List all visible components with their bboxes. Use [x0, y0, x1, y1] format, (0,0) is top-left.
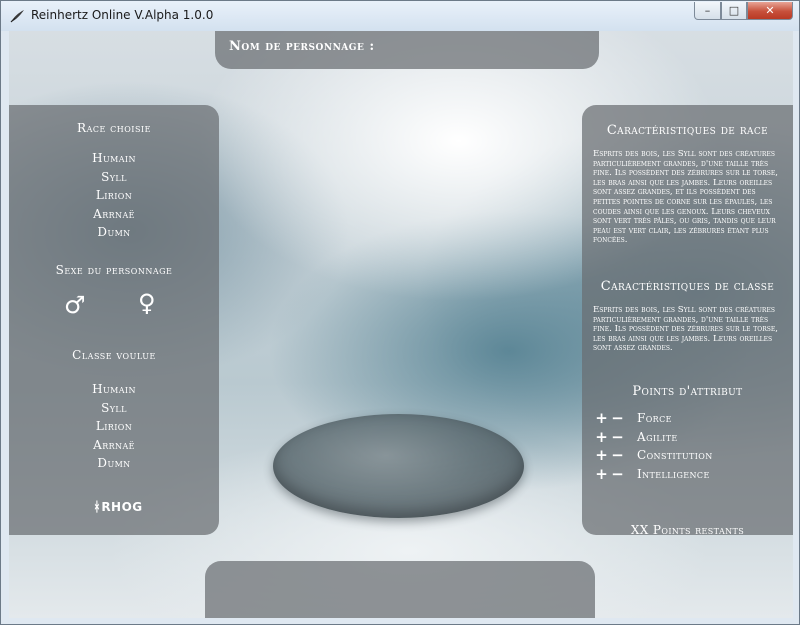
close-button[interactable]: ✕ — [747, 2, 793, 20]
feather-app-icon — [10, 10, 24, 23]
class-list: Humain Syll Lirion Arrnaë Dumn — [9, 380, 219, 473]
minimize-button[interactable]: – — [694, 2, 721, 20]
attribute-row-force: + − Force — [595, 409, 672, 427]
constitution-decrease-button[interactable]: − — [611, 446, 624, 464]
force-decrease-button[interactable]: − — [611, 409, 624, 427]
class-option-lirion[interactable]: Lirion — [9, 417, 219, 436]
logo-text: RHOG — [101, 500, 143, 514]
race-option-syll[interactable]: Syll — [9, 168, 219, 187]
gender-heading: Sexe du personnage — [55, 263, 173, 277]
character-creation-screen: Nom de personnage : Race choisie Humain … — [9, 31, 793, 618]
left-selection-panel: Race choisie Humain Syll Lirion Arrnaë D… — [9, 105, 219, 535]
character-name-panel[interactable]: Nom de personnage : — [215, 31, 599, 69]
class-traits-text: Esprits des bois, les Syll sont des créa… — [593, 305, 778, 354]
class-option-arrnae[interactable]: Arrnaë — [9, 436, 219, 455]
character-pedestal — [273, 414, 524, 518]
intelligence-label: Intelligence — [637, 467, 710, 481]
force-label: Force — [637, 411, 672, 425]
race-option-dumn[interactable]: Dumn — [9, 223, 219, 242]
race-traits-heading: Caractéristiques de race — [606, 123, 769, 138]
race-list: Humain Syll Lirion Arrnaë Dumn — [9, 149, 219, 242]
attribute-points-heading: Points d'attribut — [632, 384, 743, 399]
class-traits-heading: Caractéristiques de classe — [600, 279, 775, 294]
bottom-panel — [205, 561, 595, 618]
intelligence-increase-button[interactable]: + — [595, 465, 608, 483]
race-option-arrnae[interactable]: Arrnaë — [9, 205, 219, 224]
right-info-panel: Caractéristiques de race Esprits des boi… — [582, 105, 793, 537]
game-window: Reinhertz Online V.Alpha 1.0.0 – □ ✕ Nom… — [0, 0, 800, 625]
points-remaining-text: XX Points restants — [630, 523, 745, 537]
male-icon[interactable]: ♂ — [64, 293, 86, 317]
attribute-row-intelligence: + − Intelligence — [595, 465, 710, 483]
attribute-row-agilite: + − Agilite — [595, 428, 678, 446]
agilite-label: Agilite — [637, 430, 678, 444]
maximize-button[interactable]: □ — [721, 2, 747, 20]
title-bar[interactable]: Reinhertz Online V.Alpha 1.0.0 – □ ✕ — [1, 1, 799, 31]
constitution-increase-button[interactable]: + — [595, 446, 608, 464]
force-increase-button[interactable]: + — [595, 409, 608, 427]
class-option-dumn[interactable]: Dumn — [9, 454, 219, 473]
class-option-syll[interactable]: Syll — [9, 399, 219, 418]
class-heading: Classe voulue — [72, 348, 156, 362]
constitution-label: Constitution — [637, 448, 713, 462]
attribute-row-constitution: + − Constitution — [595, 446, 713, 464]
agilite-decrease-button[interactable]: − — [611, 428, 624, 446]
window-title: Reinhertz Online V.Alpha 1.0.0 — [31, 8, 214, 22]
race-heading: Race choisie — [77, 121, 151, 135]
agilite-increase-button[interactable]: + — [595, 428, 608, 446]
class-option-humain[interactable]: Humain — [9, 380, 219, 399]
character-name-label: Nom de personnage : — [229, 39, 375, 54]
race-option-humain[interactable]: Humain — [9, 149, 219, 168]
race-traits-text: Esprits des bois, les Syll sont des créa… — [593, 149, 778, 246]
intelligence-decrease-button[interactable]: − — [611, 465, 624, 483]
female-icon[interactable]: ♀ — [138, 291, 156, 315]
race-option-lirion[interactable]: Lirion — [9, 186, 219, 205]
rhog-logo: ᚼRHOG — [93, 500, 143, 515]
